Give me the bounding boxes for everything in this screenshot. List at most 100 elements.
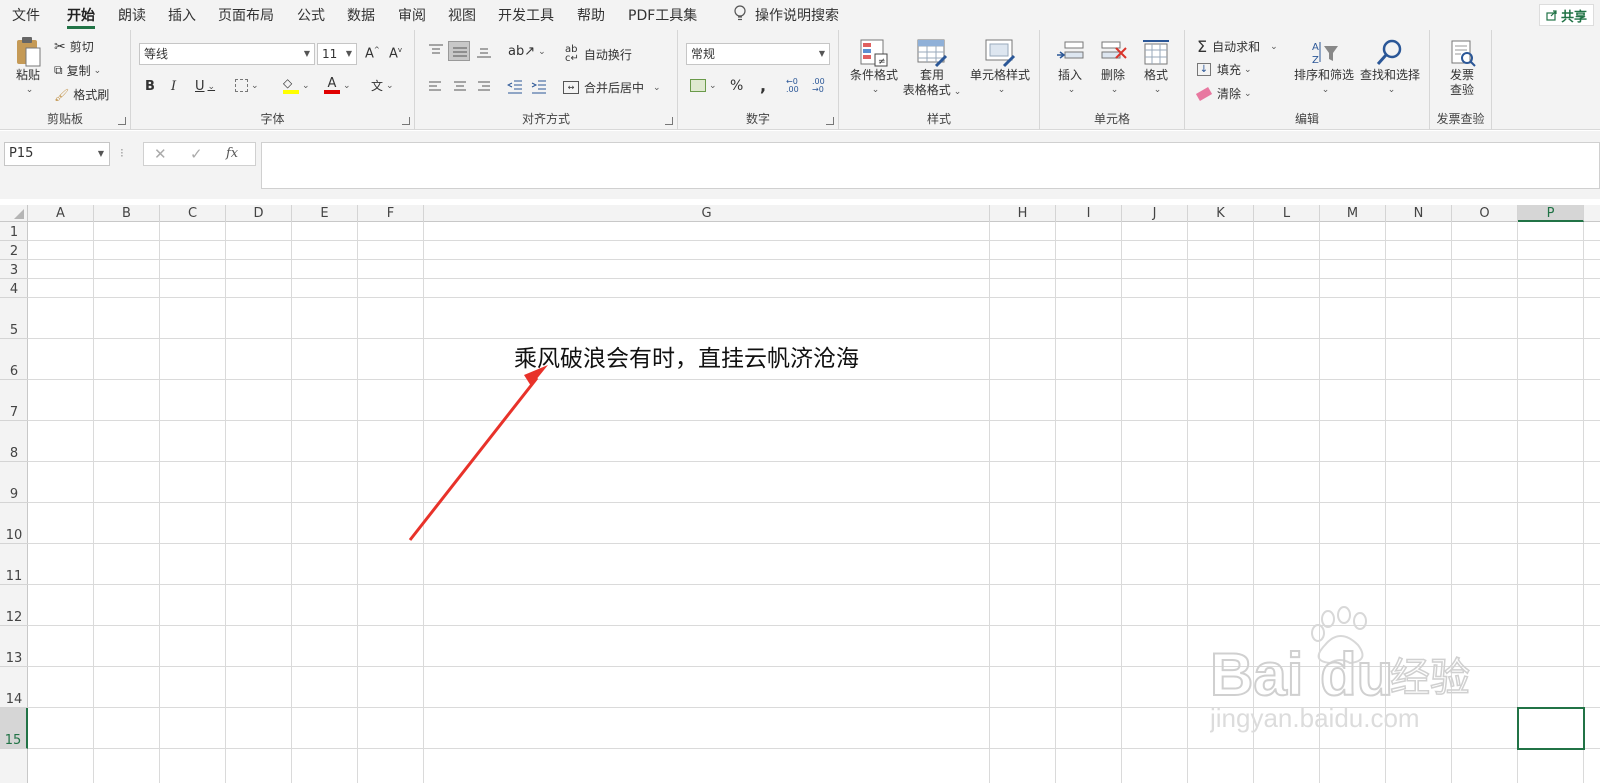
wrap-text-button[interactable]: ab c↵ 自动换行 xyxy=(565,45,632,64)
accounting-format-button[interactable]: ⌄ xyxy=(690,79,717,92)
column-header-p[interactable]: P xyxy=(1518,205,1584,222)
row-header-10[interactable]: 10 xyxy=(0,503,28,544)
formula-input[interactable] xyxy=(261,142,1600,189)
menu-read-aloud[interactable]: 朗读 xyxy=(118,5,146,27)
insert-function-button[interactable]: fx xyxy=(226,146,238,161)
italic-button[interactable]: I xyxy=(171,79,176,94)
menu-insert[interactable]: 插入 xyxy=(168,5,196,27)
align-right-icon[interactable] xyxy=(477,81,491,93)
cancel-icon[interactable]: ✕ xyxy=(154,145,167,163)
font-size-select[interactable]: 11 ▼ xyxy=(317,43,357,65)
paste-button[interactable]: 粘贴 ⌄ xyxy=(10,36,46,98)
row-header-13[interactable]: 13 xyxy=(0,626,28,667)
row-header-4[interactable]: 4 xyxy=(0,279,28,298)
row-header-9[interactable]: 9 xyxy=(0,462,28,503)
menu-formulas[interactable]: 公式 xyxy=(297,5,325,27)
copy-button[interactable]: ⧉ 复制 ⌄ xyxy=(54,62,101,79)
decrease-font-button[interactable]: Av xyxy=(389,46,402,61)
column-header-k[interactable]: K xyxy=(1188,205,1254,222)
merge-center-button[interactable]: ↔ 合并后居中 ⌄ xyxy=(563,79,661,96)
column-header-n[interactable]: N xyxy=(1386,205,1452,222)
column-header-e[interactable]: E xyxy=(292,205,358,222)
tell-me-search[interactable]: 操作说明搜索 xyxy=(733,5,839,27)
fill-button[interactable]: ↓ 填充 ⌄ xyxy=(1197,61,1252,78)
column-header-f[interactable]: F xyxy=(358,205,424,222)
increase-font-button[interactable]: A^ xyxy=(365,46,380,61)
autosum-button[interactable]: Σ 自动求和 ⌄ xyxy=(1197,37,1278,56)
insert-cells-button[interactable]: 插入 ⌄ xyxy=(1052,38,1088,98)
column-header-h[interactable]: H xyxy=(990,205,1056,222)
format-cells-button[interactable]: 格式 ⌄ xyxy=(1138,38,1174,98)
column-header-g[interactable]: G xyxy=(424,205,990,222)
underline-button[interactable]: U ⌄ xyxy=(195,79,215,94)
enter-icon[interactable]: ✓ xyxy=(190,145,203,163)
font-name-select[interactable]: 等线 ▼ xyxy=(139,43,315,65)
row-header-3[interactable]: 3 xyxy=(0,260,28,279)
orientation-button[interactable]: ab↗ ⌄ xyxy=(508,44,546,59)
cut-button[interactable]: ✂ 剪切 xyxy=(54,38,94,55)
row-header-11[interactable]: 11 xyxy=(0,544,28,585)
row-header-2[interactable]: 2 xyxy=(0,241,28,260)
cell-area[interactable] xyxy=(28,222,1600,783)
font-color-button[interactable]: A ⌄ xyxy=(324,77,351,94)
row-header-7[interactable]: 7 xyxy=(0,380,28,421)
percent-button[interactable]: % xyxy=(730,78,743,94)
column-header-b[interactable]: B xyxy=(94,205,160,222)
align-left-icon[interactable] xyxy=(428,81,442,93)
menu-home[interactable]: 开始 xyxy=(67,5,95,29)
column-header-j[interactable]: J xyxy=(1122,205,1188,222)
conditional-formatting-button[interactable]: ≠ 条件格式 ⌄ xyxy=(847,38,901,98)
column-header-d[interactable]: D xyxy=(226,205,292,222)
column-header-l[interactable]: L xyxy=(1254,205,1320,222)
menu-help[interactable]: 帮助 xyxy=(577,5,605,27)
align-bottom-icon[interactable] xyxy=(476,45,492,59)
select-all-corner[interactable] xyxy=(0,205,28,222)
menu-pdf-tools[interactable]: PDF工具集 xyxy=(628,5,697,27)
sort-filter-button[interactable]: AZ 排序和筛选 ⌄ xyxy=(1291,38,1357,98)
dialog-launcher-icon[interactable] xyxy=(826,117,834,125)
fill-color-button[interactable]: ◇ ⌄ xyxy=(283,77,310,94)
borders-button[interactable]: ⌄ xyxy=(235,79,259,92)
invoice-check-button[interactable]: 发票 查验 xyxy=(1440,38,1484,98)
decrease-indent-icon[interactable] xyxy=(507,80,523,94)
delete-cells-button[interactable]: 删除 ⌄ xyxy=(1095,38,1131,98)
decrease-decimal-button[interactable]: .00 →0 xyxy=(812,78,825,94)
dialog-launcher-icon[interactable] xyxy=(118,117,126,125)
menu-view[interactable]: 视图 xyxy=(448,5,476,27)
find-select-button[interactable]: 查找和选择 ⌄ xyxy=(1357,38,1423,98)
column-header-i[interactable]: I xyxy=(1056,205,1122,222)
align-top-icon[interactable] xyxy=(428,43,444,57)
increase-decimal-button[interactable]: ←0.00 xyxy=(786,78,799,94)
align-middle-button[interactable] xyxy=(448,41,470,61)
row-header-6[interactable]: 6 xyxy=(0,339,28,380)
bold-button[interactable]: B xyxy=(145,79,155,94)
phonetic-button[interactable]: 文 ⌄ xyxy=(371,77,394,94)
dialog-launcher-icon[interactable] xyxy=(665,117,673,125)
number-format-select[interactable]: 常规 ▼ xyxy=(686,43,830,65)
align-center-icon[interactable] xyxy=(453,81,467,93)
cell-styles-button[interactable]: 单元格样式 ⌄ xyxy=(965,38,1035,98)
menu-data[interactable]: 数据 xyxy=(347,5,375,27)
row-header-12[interactable]: 12 xyxy=(0,585,28,626)
row-header-5[interactable]: 5 xyxy=(0,298,28,339)
format-painter-button[interactable]: 🖌 格式刷 xyxy=(54,86,109,103)
dialog-launcher-icon[interactable] xyxy=(402,117,410,125)
formula-bar-grip-icon[interactable]: ⁝ xyxy=(120,146,124,160)
selected-cell-p15[interactable] xyxy=(1517,707,1585,750)
clear-button[interactable]: 清除 ⌄ xyxy=(1195,85,1252,102)
name-box[interactable]: P15 ▼ xyxy=(4,142,110,166)
menu-developer[interactable]: 开发工具 xyxy=(498,5,554,27)
format-as-table-button[interactable]: 套用 表格格式 ⌄ xyxy=(901,38,963,100)
column-header-a[interactable]: A xyxy=(28,205,94,222)
row-header-14[interactable]: 14 xyxy=(0,667,28,708)
row-header-8[interactable]: 8 xyxy=(0,421,28,462)
row-header-15[interactable]: 15 xyxy=(0,708,28,749)
cell-g6-text[interactable]: 乘风破浪会有时，直挂云帆济沧海 xyxy=(514,339,859,373)
column-header-c[interactable]: C xyxy=(160,205,226,222)
increase-indent-icon[interactable] xyxy=(531,80,547,94)
share-button[interactable]: 共享 xyxy=(1538,4,1594,26)
menu-file[interactable]: 文件 xyxy=(12,5,40,27)
menu-review[interactable]: 审阅 xyxy=(398,5,426,27)
row-header-1[interactable]: 1 xyxy=(0,222,28,241)
column-header-m[interactable]: M xyxy=(1320,205,1386,222)
